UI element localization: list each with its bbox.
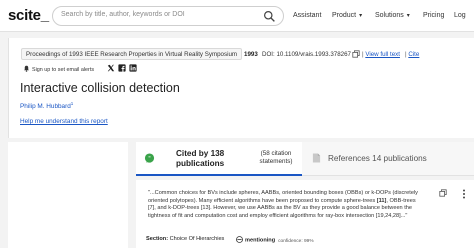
citation-snippet-card: "...Common choices for BVs include spher… — [136, 180, 474, 248]
author-link[interactable]: Philip M. Hubbard1 — [20, 101, 73, 110]
author-name: Philip M. Hubbard — [20, 103, 71, 111]
nav-pricing[interactable]: Pricing — [423, 12, 444, 19]
facebook-icon[interactable] — [118, 64, 126, 72]
chat-quote-icon: " — [144, 153, 155, 163]
section-value: Choice Of Hierarchies — [169, 236, 225, 242]
confidence-score: confidence: 99% — [278, 238, 314, 244]
twitter-icon[interactable] — [107, 64, 115, 72]
nav-solutions-label: Solutions — [375, 12, 404, 19]
search-placeholder: Search by title, author, keywords or DOI — [61, 11, 185, 18]
citation-tabs: " Cited by 138 publications (58 citation… — [136, 142, 474, 176]
mentioning-label: mentioning — [245, 237, 276, 244]
scite-logo[interactable]: scite_ — [8, 7, 49, 24]
copy-icon[interactable] — [439, 189, 447, 197]
publication-year: 1993 — [244, 51, 258, 58]
side-panel — [8, 142, 128, 248]
nav-product[interactable]: Product ▾ — [332, 12, 362, 19]
copy-icon[interactable] — [352, 50, 360, 58]
citation-statements-count: (58 citation statements) — [259, 150, 293, 165]
section-label: Section: — [146, 236, 169, 242]
svg-text:": " — [148, 156, 151, 162]
paper-title: Interactive collision detection — [20, 81, 180, 95]
full-text-link[interactable]: | View full text — [362, 51, 400, 58]
document-icon — [312, 153, 321, 163]
snippet-reference-marker: [11] — [376, 197, 387, 204]
source-badge[interactable]: Proceedings of 1993 IEEE Research Proper… — [21, 48, 243, 60]
tab-cited-by[interactable]: " Cited by 138 publications (58 citation… — [136, 142, 302, 176]
full-text-link-label: View full text — [365, 51, 400, 58]
nav-product-label: Product — [332, 12, 357, 19]
help-link[interactable]: Help me understand this report — [20, 118, 108, 125]
citation-snippet-text: "...Common choices for BVs include spher… — [148, 190, 418, 220]
nav-solutions[interactable]: Solutions ▾ — [375, 12, 410, 19]
nav-assistant[interactable]: Assistant — [293, 12, 321, 19]
cited-by-label: Cited by 138 publications — [176, 149, 225, 168]
top-navbar: scite_ Search by title, author, keywords… — [0, 0, 474, 32]
paper-card: Proceedings of 1993 IEEE Research Proper… — [8, 38, 474, 138]
mentioning-icon — [236, 236, 243, 243]
tab-references[interactable]: References 14 publications — [328, 154, 427, 163]
linkedin-icon[interactable] — [129, 64, 137, 72]
nav-login[interactable]: Log — [454, 12, 466, 19]
cite-link-label: Cite — [408, 51, 420, 58]
chevron-down-icon: ▾ — [406, 13, 410, 19]
doi-text: DOI: 10.1109/vrais.1993.378267 — [262, 51, 351, 58]
cite-link[interactable]: | Cite — [405, 51, 419, 58]
section-info: Section: Choice Of Hierarchies — [146, 236, 224, 242]
email-alerts[interactable]: Sign up to set email alerts — [23, 65, 94, 73]
search-input[interactable]: Search by title, author, keywords or DOI — [52, 6, 284, 26]
author-affiliation-marker: 1 — [70, 101, 74, 106]
bell-icon — [24, 65, 29, 72]
more-icon[interactable] — [462, 189, 466, 199]
email-alerts-label: Sign up to set email alerts — [32, 67, 95, 73]
chevron-down-icon: ▾ — [359, 13, 363, 19]
search-icon[interactable] — [263, 10, 276, 23]
citation-classification: mentioning confidence: 99% — [236, 236, 314, 244]
